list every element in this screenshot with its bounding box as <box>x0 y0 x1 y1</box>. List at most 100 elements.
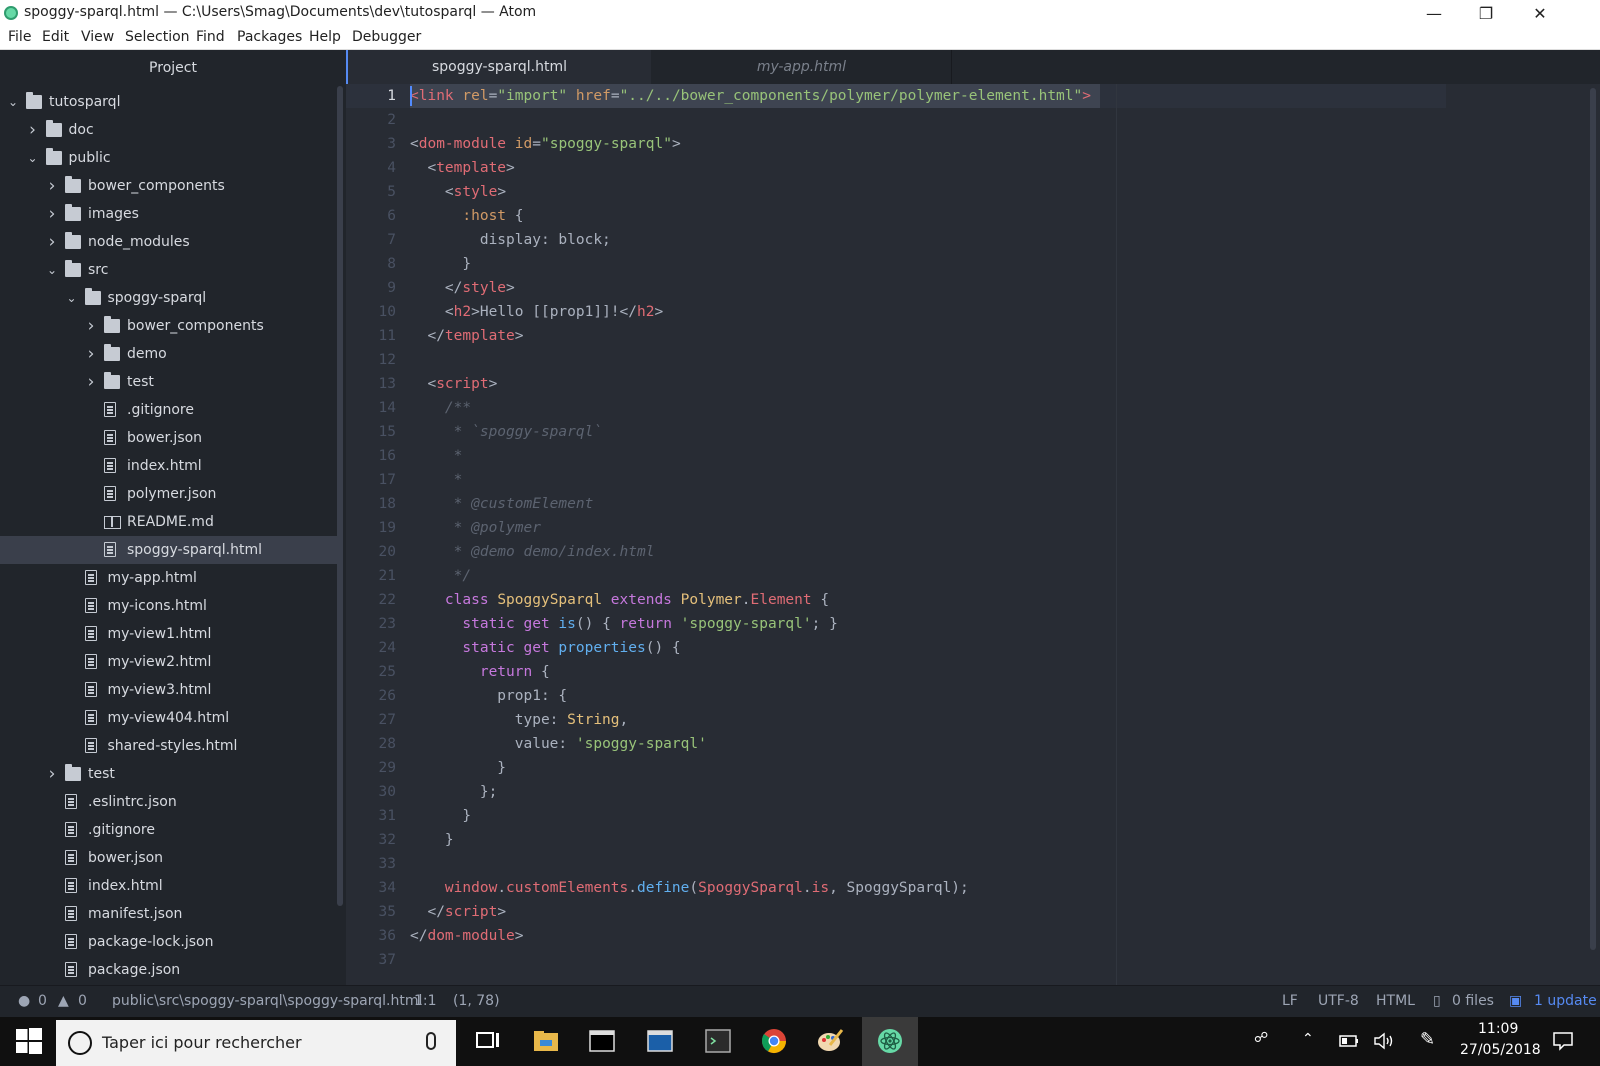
menu-selection[interactable]: Selection <box>125 29 190 45</box>
command-prompt-icon[interactable] <box>704 1027 732 1055</box>
chrome-icon[interactable] <box>760 1027 788 1055</box>
code-line[interactable]: * <box>410 468 463 492</box>
tree-file[interactable]: my-view1.html <box>0 620 340 648</box>
tree-file[interactable]: package.json <box>0 956 340 984</box>
cursor-position[interactable]: 1:1 <box>414 993 437 1009</box>
chevron-right-icon[interactable]: › <box>45 760 59 788</box>
menu-file[interactable]: File <box>8 29 31 45</box>
tab-my-app[interactable]: my-app.html <box>652 50 952 84</box>
restore-button[interactable]: ❐ <box>1460 0 1512 26</box>
code-line[interactable]: return { <box>410 660 550 684</box>
code-line[interactable]: type: String, <box>410 708 629 732</box>
code-line[interactable]: } <box>410 804 471 828</box>
code-line[interactable]: <script> <box>410 372 497 396</box>
menu-packages[interactable]: Packages <box>237 29 302 45</box>
tree-folder[interactable]: › test <box>0 368 340 396</box>
tree-file[interactable]: bower.json <box>0 844 340 872</box>
chevron-down-icon[interactable]: ⌄ <box>45 256 59 284</box>
tree-folder[interactable]: ⌄ spoggy-sparql <box>0 284 340 312</box>
tree-folder[interactable]: › demo <box>0 340 340 368</box>
tree-scrollbar[interactable] <box>337 86 343 906</box>
tree-folder[interactable]: › node_modules <box>0 228 340 256</box>
tree-folder[interactable]: ⌄ tutosparql <box>0 88 340 116</box>
code-line[interactable]: * `spoggy-sparql` <box>410 420 602 444</box>
tree-file[interactable]: my-app.html <box>0 564 340 592</box>
chevron-down-icon[interactable]: ⌄ <box>6 88 20 116</box>
tree-file[interactable]: package-lock.json <box>0 928 340 956</box>
file-explorer-icon[interactable] <box>532 1027 560 1055</box>
tree-folder[interactable]: ⌄ src <box>0 256 340 284</box>
chevron-up-icon[interactable]: ⌃ <box>1302 1031 1314 1047</box>
chevron-right-icon[interactable]: › <box>84 368 98 396</box>
tree-folder[interactable]: › test <box>0 760 340 788</box>
code-line[interactable]: <template> <box>410 156 514 180</box>
chevron-right-icon[interactable]: › <box>45 200 59 228</box>
atom-app-icon[interactable] <box>876 1027 904 1055</box>
battery-icon[interactable] <box>1339 1034 1359 1048</box>
code-line[interactable]: * @polymer <box>410 516 541 540</box>
tree-file[interactable]: my-view404.html <box>0 704 340 732</box>
code-line[interactable]: * @customElement <box>410 492 594 516</box>
window-app-icon[interactable] <box>646 1027 674 1055</box>
code-line[interactable]: /** <box>410 396 471 420</box>
code-line[interactable]: * @demo demo/index.html <box>410 540 655 564</box>
paint-app-icon[interactable] <box>816 1027 844 1055</box>
git-files[interactable]: 0 files <box>1452 993 1494 1009</box>
tree-folder[interactable]: › bower_components <box>0 312 340 340</box>
code-line[interactable]: } <box>410 756 506 780</box>
chevron-right-icon[interactable]: › <box>84 340 98 368</box>
line-ending[interactable]: LF <box>1282 993 1298 1009</box>
chevron-down-icon[interactable]: ⌄ <box>26 144 40 172</box>
windows-start-icon[interactable] <box>16 1028 42 1054</box>
code-line[interactable]: window.customElements.define(SpoggySparq… <box>410 876 969 900</box>
updates-link[interactable]: 1 update <box>1534 993 1597 1009</box>
code-editor[interactable]: 1 <link rel="import" href="../../bower_co… <box>346 84 1600 985</box>
code-line[interactable]: </script> <box>410 900 506 924</box>
clock-time[interactable]: 11:09 <box>1478 1021 1518 1037</box>
tree-folder[interactable]: ⌄ public <box>0 144 340 172</box>
encoding[interactable]: UTF-8 <box>1318 993 1359 1009</box>
editor-scrollbar[interactable] <box>1590 88 1596 950</box>
tree-file[interactable]: polymer.json <box>0 480 340 508</box>
error-icon[interactable]: ● <box>18 993 30 1009</box>
code-line[interactable]: */ <box>410 564 471 588</box>
menu-help[interactable]: Help <box>309 29 341 45</box>
tree-file[interactable]: my-icons.html <box>0 592 340 620</box>
clock-date[interactable]: 27/05/2018 <box>1460 1042 1541 1058</box>
people-icon[interactable]: ☍ <box>1254 1030 1268 1046</box>
chevron-down-icon[interactable]: ⌄ <box>65 284 79 312</box>
warning-icon[interactable]: ▲ <box>58 993 69 1009</box>
code-line[interactable]: <style> <box>410 180 506 204</box>
tab-spoggy-sparql[interactable]: spoggy-sparql.html <box>346 50 651 84</box>
tree-file[interactable]: index.html <box>0 452 340 480</box>
task-view-icon[interactable] <box>474 1027 502 1055</box>
code-line[interactable]: display: block; <box>410 228 611 252</box>
microphone-icon[interactable] <box>426 1032 436 1050</box>
chevron-right-icon[interactable]: › <box>84 312 98 340</box>
file-path[interactable]: public\src\spoggy-sparql\spoggy-sparql.h… <box>112 993 422 1009</box>
chevron-right-icon[interactable]: › <box>45 228 59 256</box>
tree-folder[interactable]: › bower_components <box>0 172 340 200</box>
code-line[interactable]: * <box>410 444 463 468</box>
terminal-app-icon[interactable] <box>588 1027 616 1055</box>
grammar[interactable]: HTML <box>1376 993 1415 1009</box>
code-line[interactable]: <h2>Hello [[prop1]]!</h2> <box>410 300 663 324</box>
code-line[interactable]: </template> <box>410 324 523 348</box>
tree-file[interactable]: .gitignore <box>0 816 340 844</box>
tree-folder[interactable]: › doc <box>0 116 340 144</box>
minimize-button[interactable]: — <box>1408 0 1460 26</box>
tree-file[interactable]: README.md <box>0 508 340 536</box>
code-line[interactable]: </dom-module> <box>410 924 524 948</box>
tree-file[interactable]: my-view2.html <box>0 648 340 676</box>
code-line[interactable]: static get properties() { <box>410 636 680 660</box>
code-line[interactable]: <link rel="import" href="../../bower_com… <box>410 84 1091 108</box>
chevron-right-icon[interactable]: › <box>26 116 40 144</box>
git-files-icon[interactable]: ▯ <box>1433 993 1441 1009</box>
taskbar-search-box[interactable]: Taper ici pour rechercher <box>56 1020 456 1066</box>
tree-file[interactable]: .gitignore <box>0 396 340 424</box>
code-line[interactable]: class SpoggySparql extends Polymer.Eleme… <box>410 588 829 612</box>
tree-folder[interactable]: › images <box>0 200 340 228</box>
volume-icon[interactable] <box>1373 1031 1395 1051</box>
close-button[interactable]: ✕ <box>1514 0 1566 26</box>
selection-count[interactable]: (1, 78) <box>453 993 500 1009</box>
